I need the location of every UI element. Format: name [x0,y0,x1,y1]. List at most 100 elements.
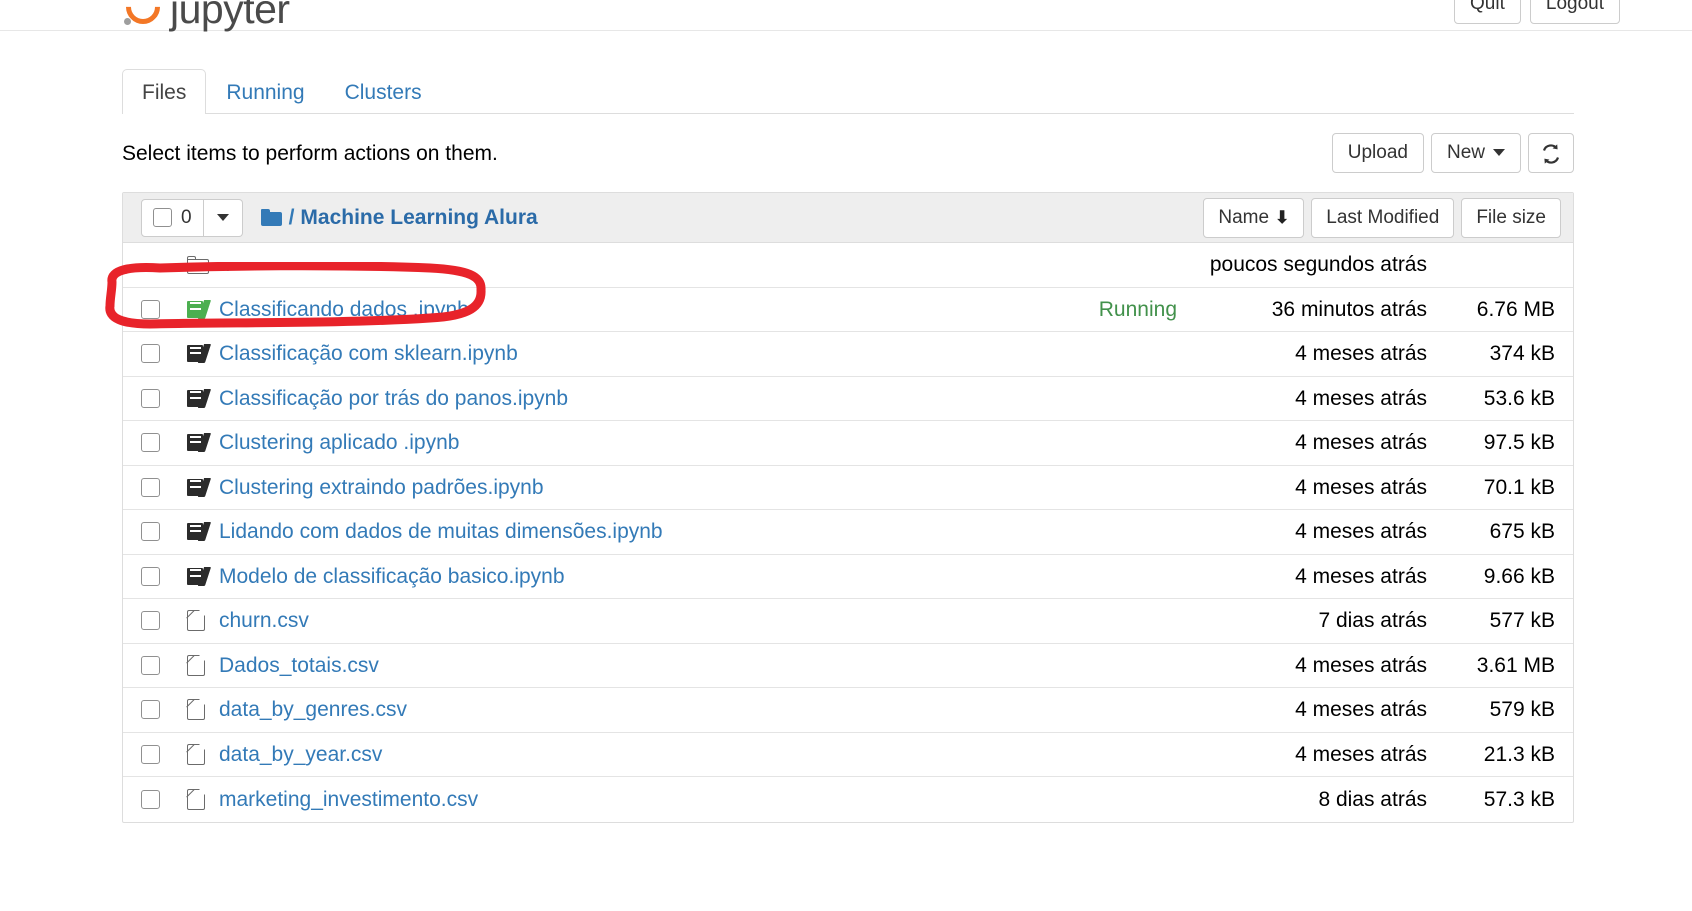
table-row[interactable]: Classificando dados .ipynb Running 36 minu… [123,288,1573,332]
row-checkbox[interactable] [141,566,160,586]
row-checkbox-cell [141,611,187,631]
file-link[interactable]: churn.csv [219,608,1191,633]
select-all-group: 0 [141,198,243,237]
select-all-checkbox-button[interactable]: 0 [141,198,204,237]
tab-files[interactable]: Files [122,69,207,114]
row-checkbox[interactable] [141,744,160,764]
sort-by-name-button[interactable]: Name ⬇ [1203,197,1305,238]
brand: jupyter [118,0,290,32]
brand-name: jupyter [170,0,290,32]
status-badge: Running [1098,297,1177,321]
row-icon-cell [187,433,219,453]
row-checkbox[interactable] [141,477,160,497]
logout-button[interactable]: Logout [1529,0,1620,24]
table-row[interactable]: churn.csv 7 dias atrás 577 kB [123,599,1573,644]
last-modified-cell: 4 meses atrás [1295,475,1427,499]
table-row[interactable]: Dados_totais.csv 4 meses atrás 3.61 MB [123,644,1573,688]
file-link[interactable]: marketing_investimento.csv [219,787,1191,812]
sort-name-label: Name [1218,206,1270,228]
file-link[interactable]: data_by_genres.csv [219,697,1191,722]
notebook-icon [187,477,211,497]
file-size-cell: 675 kB [1489,520,1555,544]
row-checkbox[interactable] [141,299,160,319]
row-checkbox[interactable] [141,522,160,542]
new-dropdown-button[interactable]: New [1430,133,1521,173]
row-icon-cell [187,522,219,542]
sort-by-file-size-button[interactable]: File size [1461,197,1561,238]
row-checkbox-cell [141,299,187,319]
file-size-cell: 6.76 MB [1476,297,1555,321]
file-icon [186,787,206,810]
file-link[interactable]: Clustering extraindo padrões.ipynb [219,475,1191,500]
row-checkbox[interactable] [141,655,160,675]
new-dropdown-label: New [1446,142,1485,163]
notebook-icon [187,388,211,408]
app-header: jupyter Quit Logout [0,0,1692,32]
refresh-button[interactable] [1528,133,1574,173]
row-icon-cell [186,787,219,810]
file-link[interactable]: Clustering aplicado .ipynb [219,430,1191,455]
table-row[interactable]: Classificação com sklearn.ipynb 4 meses a… [123,332,1573,377]
tab-running[interactable]: Running [206,69,324,114]
file-link[interactable]: Dados_totais.csv [219,653,1191,678]
file-list-header-left: 0 / Machine Learning Alura [141,198,538,237]
table-row[interactable]: Classificação por trás do panos.ipynb 4 m… [123,377,1573,421]
row-icon-cell [187,299,219,319]
row-checkbox-cell [141,344,187,364]
tab-clusters[interactable]: Clusters [325,69,442,114]
file-link[interactable]: data_by_year.csv [219,742,1191,767]
row-checkbox-cell [141,388,187,408]
file-size-cell: 9.66 kB [1483,564,1555,588]
last-modified-cell: 4 meses atrás [1295,653,1427,677]
chevron-down-icon [1493,149,1505,157]
table-row[interactable]: Clustering aplicado .ipynb 4 meses atrás 9… [123,421,1573,466]
row-checkbox[interactable] [141,344,160,364]
select-all-dropdown-button[interactable] [203,198,243,237]
file-link[interactable]: Lidando com dados de muitas dimensões.ip… [219,519,1191,544]
file-link[interactable]: Classificação por trás do panos.ipynb [219,386,1191,411]
file-size-cell: 70.1 kB [1483,475,1555,499]
arrow-down-icon: ⬇ [1275,207,1290,227]
row-checkbox-cell [141,433,187,453]
row-checkbox[interactable] [141,388,160,408]
last-modified-cell: 4 meses atrás [1295,564,1427,588]
quit-button[interactable]: Quit [1454,0,1521,24]
file-browser: 0 / Machine Learning Alura Name ⬇ Last M… [0,192,1692,823]
table-row[interactable]: Clustering extraindo padrões.ipynb 4 mese… [123,466,1573,510]
table-row[interactable]: data_by_year.csv 4 meses atrás 21.3 kB [123,733,1573,777]
file-link[interactable]: Modelo de classificação basico.ipynb [219,564,1191,589]
breadcrumb: / Machine Learning Alura [260,205,538,230]
row-icon-cell [186,653,219,676]
file-link[interactable]: Classificação com sklearn.ipynb [219,341,1191,366]
row-icon-cell [187,255,219,274]
file-list-panel: 0 / Machine Learning Alura Name ⬇ Last M… [122,192,1574,823]
sort-by-last-modified-button[interactable]: Last Modified [1311,197,1455,238]
row-checkbox[interactable] [141,700,160,720]
last-modified-cell: 4 meses atrás [1295,386,1427,410]
upload-button[interactable]: Upload [1331,133,1424,173]
file-icon [186,742,206,765]
select-items-hint: Select items to perform actions on them. [122,141,498,165]
last-modified-cell: 8 dias atrás [1318,787,1427,811]
file-link[interactable]: Classificando dados .ipynb [219,297,1099,322]
last-modified-cell: 4 meses atrás [1295,342,1427,366]
toolbar-buttons: Upload New [1331,133,1574,173]
jupyter-logo-icon [118,0,168,32]
table-row[interactable]: Modelo de classificação basico.ipynb 4 me… [123,555,1573,599]
file-link[interactable]: .. [219,252,1191,277]
action-row: Select items to perform actions on them.… [0,132,1692,174]
last-modified-cell: 4 meses atrás [1295,742,1427,766]
table-row[interactable]: marketing_investimento.csv 8 dias atrás 57… [123,777,1573,822]
select-all-checkbox[interactable] [153,208,172,227]
row-checkbox-cell [141,655,187,675]
file-size-cell: 577 kB [1489,609,1555,633]
refresh-icon [1542,143,1560,164]
table-row[interactable]: Lidando com dados de muitas dimensões.ip… [123,510,1573,555]
table-row[interactable]: data_by_genres.csv 4 meses atrás 579 kB [123,688,1573,733]
row-icon-cell [187,388,219,408]
row-checkbox[interactable] [141,789,160,809]
row-checkbox[interactable] [141,433,160,453]
breadcrumb-current-path[interactable]: Machine Learning Alura [300,205,537,230]
table-row[interactable]: .. poucos segundos atrás [123,243,1573,288]
row-checkbox[interactable] [141,611,160,631]
